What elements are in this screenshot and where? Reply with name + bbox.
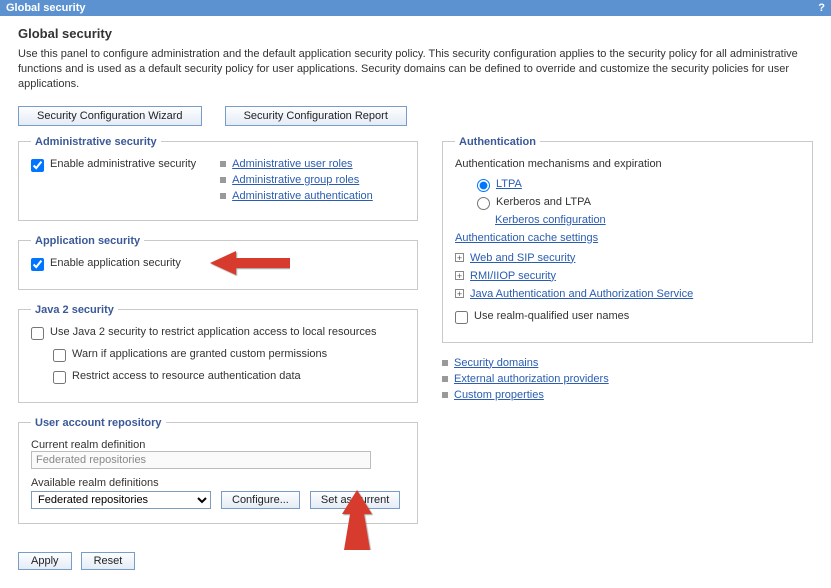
configure-button[interactable]: Configure... bbox=[221, 491, 300, 509]
ltpa-radio[interactable] bbox=[477, 179, 490, 192]
bullet-icon bbox=[220, 193, 226, 199]
security-config-report-button[interactable]: Security Configuration Report bbox=[225, 106, 407, 126]
application-security-fieldset: Application security Enable application … bbox=[18, 235, 418, 290]
enable-admin-security-checkbox[interactable] bbox=[31, 159, 44, 172]
admin-group-roles-link[interactable]: Administrative group roles bbox=[232, 174, 359, 186]
jaas-link[interactable]: Java Authentication and Authorization Se… bbox=[470, 288, 693, 300]
user-account-repository-fieldset: User account repository Current realm de… bbox=[18, 417, 418, 524]
use-realm-qualified-checkbox[interactable] bbox=[455, 311, 468, 324]
reset-button[interactable]: Reset bbox=[81, 552, 136, 570]
window-title: Global security bbox=[6, 2, 85, 14]
ltpa-link[interactable]: LTPA bbox=[496, 178, 522, 190]
page-intro: Use this panel to configure administrati… bbox=[18, 47, 813, 92]
use-java2-checkbox[interactable] bbox=[31, 327, 44, 340]
restrict-access-checkbox[interactable] bbox=[53, 371, 66, 384]
bullet-icon bbox=[220, 161, 226, 167]
expand-icon[interactable]: + bbox=[455, 253, 464, 262]
admin-user-roles-link[interactable]: Administrative user roles bbox=[232, 158, 352, 170]
apply-button[interactable]: Apply bbox=[18, 552, 72, 570]
warn-permissions-label: Warn if applications are granted custom … bbox=[72, 348, 327, 360]
administrative-security-legend: Administrative security bbox=[31, 136, 161, 148]
page-heading: Global security bbox=[18, 26, 813, 41]
administrative-security-fieldset: Administrative security Enable administr… bbox=[18, 136, 418, 221]
warn-permissions-checkbox[interactable] bbox=[53, 349, 66, 362]
expand-icon[interactable]: + bbox=[455, 289, 464, 298]
restrict-access-label: Restrict access to resource authenticati… bbox=[72, 370, 301, 382]
kerberos-ltpa-label: Kerberos and LTPA bbox=[496, 196, 591, 208]
available-realm-select[interactable]: Federated repositories bbox=[31, 491, 211, 509]
current-realm-label: Current realm definition bbox=[31, 439, 405, 451]
user-account-repository-legend: User account repository bbox=[31, 417, 166, 429]
authentication-fieldset: Authentication Authentication mechanisms… bbox=[442, 136, 813, 343]
rmi-iiop-security-link[interactable]: RMI/IIOP security bbox=[470, 270, 556, 282]
java2-security-fieldset: Java 2 security Use Java 2 security to r… bbox=[18, 304, 418, 403]
bullet-icon bbox=[442, 360, 448, 366]
external-auth-providers-link[interactable]: External authorization providers bbox=[454, 373, 609, 385]
java2-security-legend: Java 2 security bbox=[31, 304, 118, 316]
bullet-icon bbox=[220, 177, 226, 183]
use-realm-qualified-label: Use realm-qualified user names bbox=[474, 310, 629, 322]
enable-app-security-checkbox[interactable] bbox=[31, 258, 44, 271]
help-icon[interactable]: ? bbox=[818, 2, 825, 14]
auth-mech-label: Authentication mechanisms and expiration bbox=[455, 158, 800, 170]
auth-cache-settings-link[interactable]: Authentication cache settings bbox=[455, 232, 598, 244]
kerberos-config-link[interactable]: Kerberos configuration bbox=[495, 214, 606, 226]
admin-authentication-link[interactable]: Administrative authentication bbox=[232, 190, 373, 202]
custom-properties-link[interactable]: Custom properties bbox=[454, 389, 544, 401]
enable-app-security-label: Enable application security bbox=[50, 257, 181, 269]
application-security-legend: Application security bbox=[31, 235, 144, 247]
security-config-wizard-button[interactable]: Security Configuration Wizard bbox=[18, 106, 202, 126]
enable-admin-security-label: Enable administrative security bbox=[50, 158, 196, 170]
current-realm-input bbox=[31, 451, 371, 469]
authentication-legend: Authentication bbox=[455, 136, 540, 148]
available-realm-label: Available realm definitions bbox=[31, 477, 405, 489]
expand-icon[interactable]: + bbox=[455, 271, 464, 280]
bullet-icon bbox=[442, 392, 448, 398]
security-domains-link[interactable]: Security domains bbox=[454, 357, 538, 369]
kerberos-ltpa-radio[interactable] bbox=[477, 197, 490, 210]
bullet-icon bbox=[442, 376, 448, 382]
use-java2-label: Use Java 2 security to restrict applicat… bbox=[50, 326, 376, 338]
set-as-current-button[interactable]: Set as current bbox=[310, 491, 400, 509]
web-sip-security-link[interactable]: Web and SIP security bbox=[470, 252, 575, 264]
